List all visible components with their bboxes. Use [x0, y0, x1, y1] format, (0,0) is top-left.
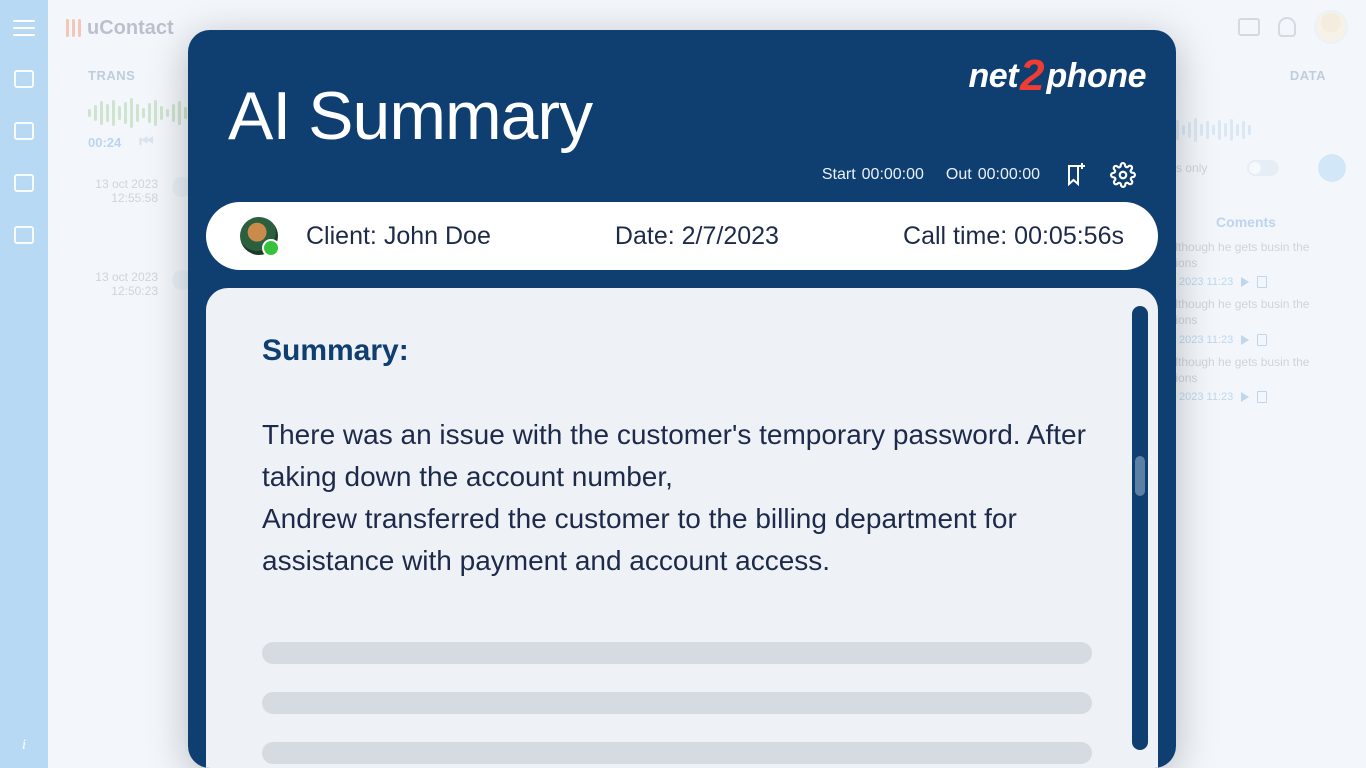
tab-data[interactable]: DATA [1290, 68, 1326, 83]
bell-icon[interactable] [1278, 17, 1296, 37]
summary-panel: Summary: There was an issue with the cus… [206, 288, 1158, 768]
monitor-icon[interactable] [14, 70, 34, 88]
comments-heading: Coments [1146, 214, 1346, 230]
brand-part3: phone [1047, 57, 1146, 96]
placeholder-line [262, 692, 1092, 714]
brand-part2: 2 [1020, 51, 1044, 101]
elapsed-time: 00:24 [88, 135, 121, 150]
inbox-icon[interactable] [14, 122, 34, 140]
comment-item: job, although he gets busin the question… [1146, 240, 1346, 289]
agents-only-toggle[interactable] [1247, 160, 1279, 176]
left-rail: i [0, 0, 48, 768]
client-name: John Doe [384, 222, 491, 250]
client-label: Client: [306, 222, 377, 250]
app-logo: uContact [66, 17, 174, 40]
trash-icon[interactable] [1257, 276, 1267, 288]
summary-heading: Summary: [262, 334, 1102, 368]
trash-icon[interactable] [1257, 391, 1267, 403]
calendar-icon[interactable] [14, 174, 34, 192]
profile-icon[interactable] [14, 226, 34, 244]
comment-item: job, although he gets busin the question… [1146, 355, 1346, 404]
out-value: 00:00:00 [978, 166, 1040, 184]
entry-time: 12:50:23 [88, 284, 158, 298]
placeholder-line [262, 642, 1092, 664]
info-bar: Client: John Doe Date: 2/7/2023 Call tim… [206, 202, 1158, 270]
menu-icon[interactable] [13, 20, 35, 36]
trash-icon[interactable] [1257, 334, 1267, 346]
download-button[interactable] [1318, 154, 1346, 182]
entry-date: 13 oct 2023 [88, 177, 158, 191]
modal-meta-row: Start 00:00:00 Out 00:00:00 [228, 162, 1136, 188]
calltime-value: 00:05:56s [1014, 222, 1124, 250]
placeholder-line [262, 742, 1092, 764]
entry-date: 13 oct 2023 [88, 270, 158, 284]
date-label: Date: [615, 222, 675, 250]
play-icon[interactable] [1241, 335, 1249, 345]
out-label: Out [946, 166, 972, 184]
waveform-right [1146, 116, 1346, 144]
comment-item: job, although he gets busin the question… [1146, 297, 1346, 346]
comment-text: job, although he gets busin the question… [1146, 297, 1346, 328]
date-value: 2/7/2023 [682, 222, 779, 250]
user-avatar[interactable] [1314, 10, 1348, 44]
comment-text: job, although he gets busin the question… [1146, 355, 1346, 386]
start-value: 00:00:00 [862, 166, 924, 184]
scrollbar[interactable] [1132, 306, 1148, 750]
ai-summary-modal: net2phone AI Summary Start 00:00:00 Out … [188, 30, 1176, 768]
window-icon[interactable] [1238, 18, 1260, 36]
entry-time: 12:55:58 [88, 191, 158, 205]
info-icon[interactable]: i [22, 737, 26, 754]
brand-logo: net2phone [969, 48, 1146, 98]
tab-transcript[interactable]: TRANS [88, 68, 135, 83]
calltime-label: Call time: [903, 222, 1007, 250]
start-label: Start [822, 166, 856, 184]
skip-back-icon[interactable]: ⏮ [139, 133, 153, 151]
bookmark-button[interactable] [1062, 162, 1088, 188]
placeholder-lines [262, 642, 1102, 764]
summary-body: There was an issue with the customer's t… [262, 414, 1102, 582]
app-name: uContact [87, 17, 174, 40]
play-icon[interactable] [1241, 277, 1249, 287]
settings-button[interactable] [1110, 162, 1136, 188]
client-avatar [240, 217, 278, 255]
modal-header: net2phone AI Summary Start 00:00:00 Out … [188, 30, 1176, 202]
play-icon[interactable] [1241, 392, 1249, 402]
brand-part1: net [969, 57, 1019, 96]
comment-text: job, although he gets busin the question… [1146, 240, 1346, 271]
right-column: agents only Coments job, although he get… [1146, 116, 1346, 412]
